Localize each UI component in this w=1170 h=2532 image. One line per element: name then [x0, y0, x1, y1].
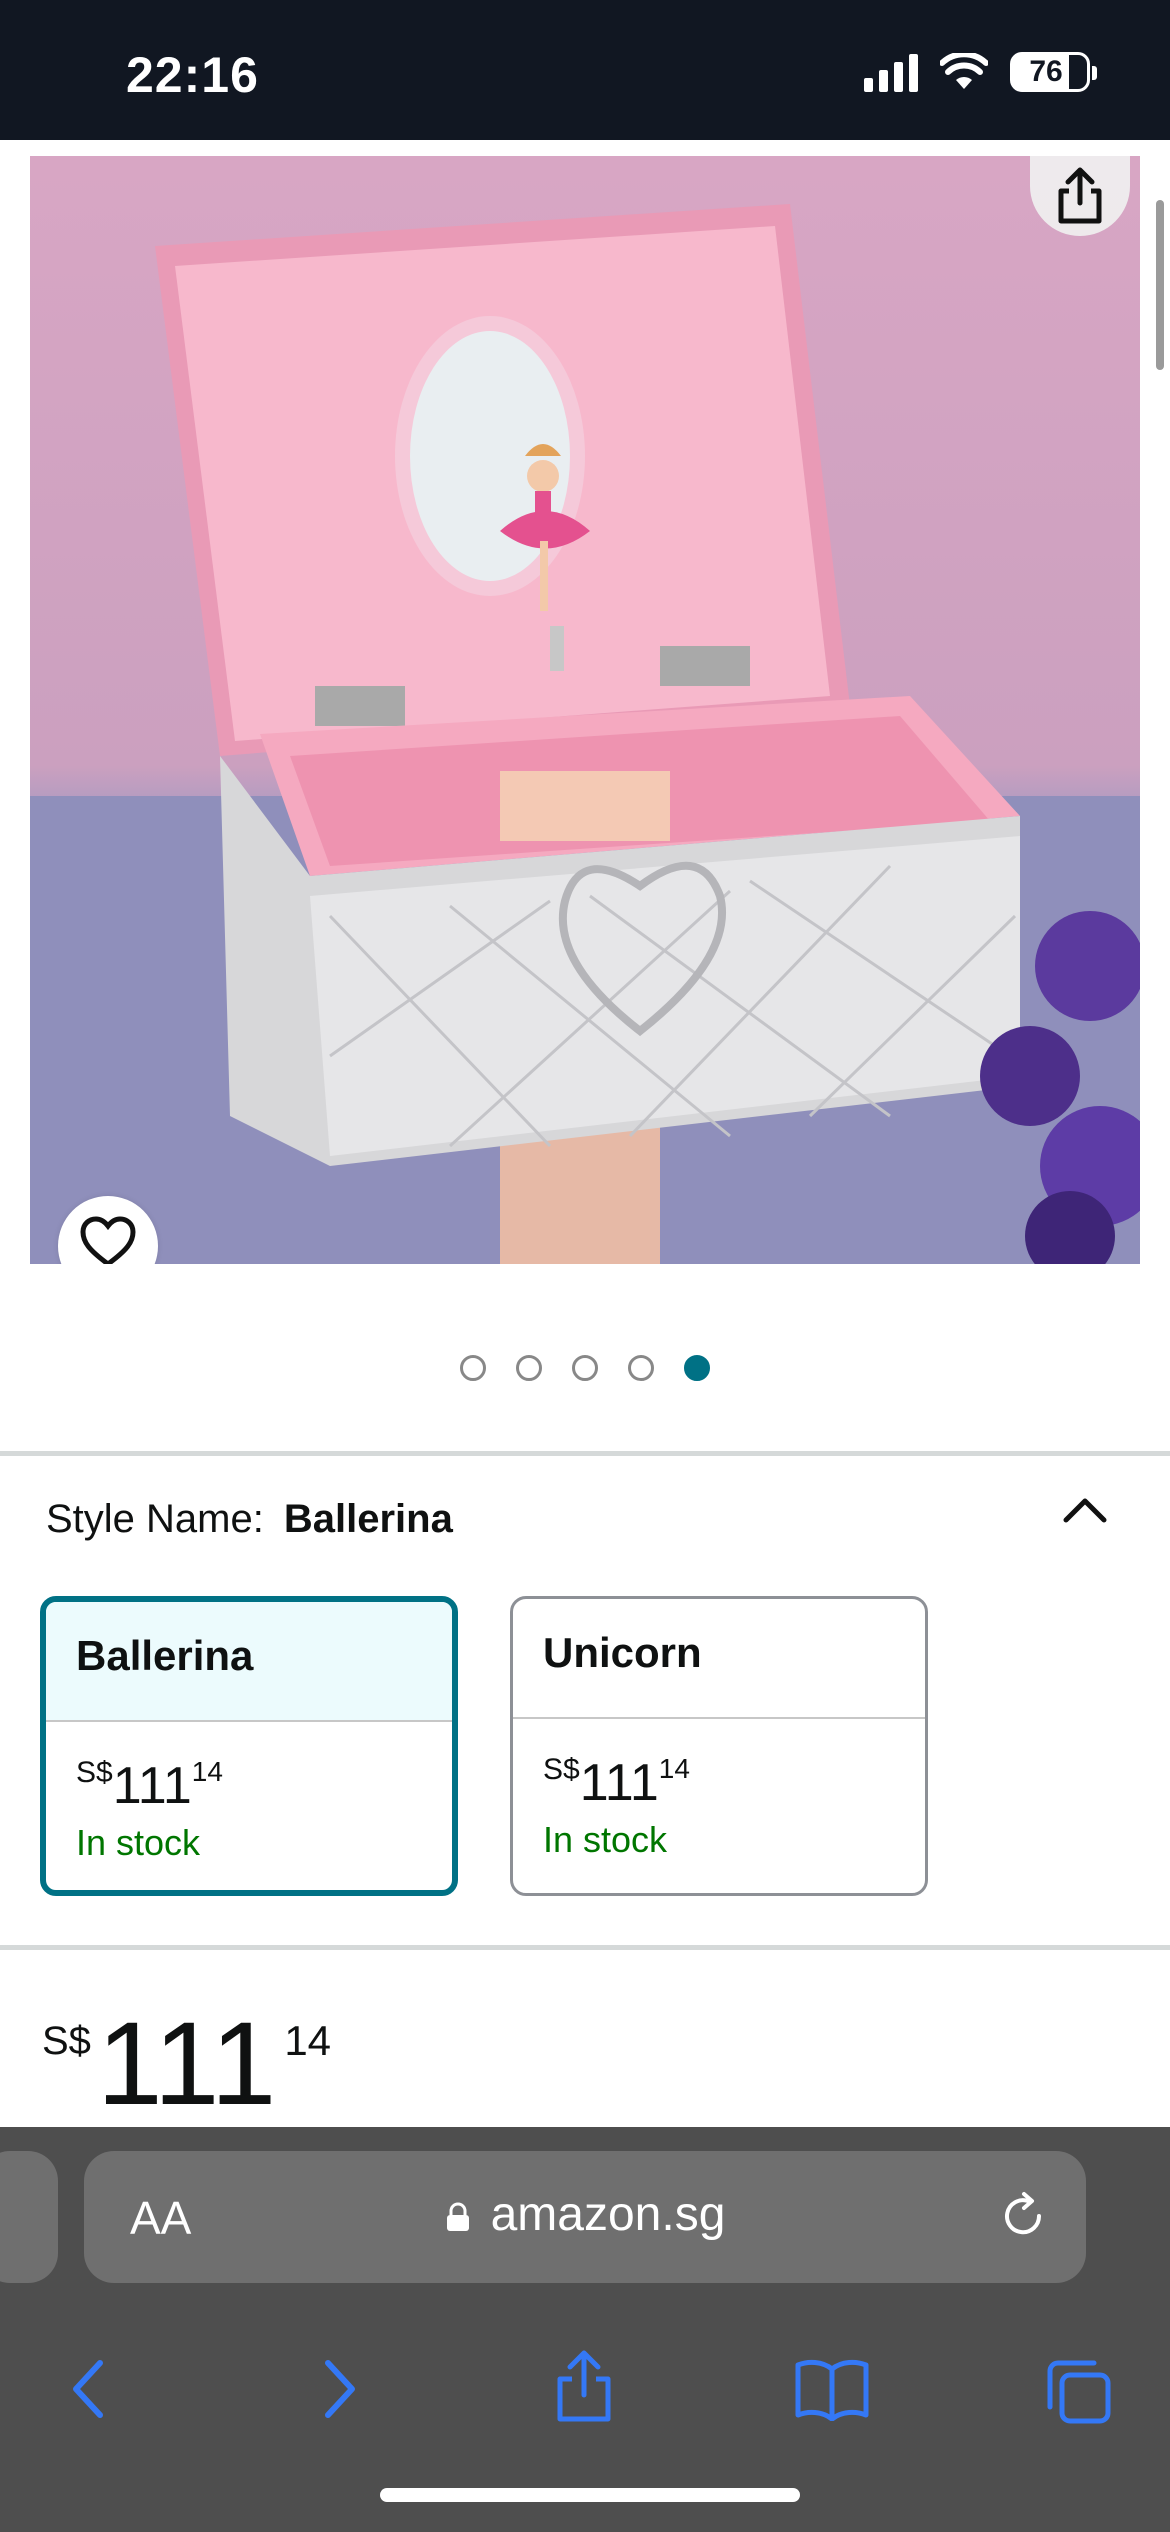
wifi-icon: [940, 53, 988, 89]
style-name-label: Style Name:: [46, 1497, 264, 1541]
price-fraction: 14: [658, 1753, 690, 1784]
price-currency: S$: [42, 2019, 91, 2063]
chevron-up-icon[interactable]: [1060, 1490, 1110, 1530]
battery-icon: 76: [1010, 52, 1097, 92]
price-whole: 111: [579, 1754, 659, 1812]
style-option-ballerina[interactable]: Ballerina S$11114 In stock: [40, 1596, 458, 1896]
jewelry-box-illustration: [30, 204, 1140, 1264]
option-stock: In stock: [76, 1822, 201, 1863]
option-price: S$11114: [46, 1722, 452, 1816]
page-scrollbar[interactable]: [1156, 200, 1164, 370]
option-name: Ballerina: [46, 1602, 452, 1722]
share-icon[interactable]: [552, 2349, 616, 2423]
carousel-dot[interactable]: [460, 1355, 486, 1381]
divider: [0, 1945, 1170, 1950]
option-price: S$11114: [513, 1719, 925, 1813]
back-icon[interactable]: [66, 2357, 110, 2421]
address-bar[interactable]: AA amazon.sg: [84, 2151, 1086, 2283]
status-bar: 22:16 76: [0, 0, 1170, 140]
carousel-dot[interactable]: [572, 1355, 598, 1381]
tabs-icon[interactable]: [1044, 2357, 1114, 2427]
status-time: 22:16: [126, 47, 259, 103]
price-fraction: 14: [191, 1756, 223, 1787]
battery-level: 76: [1029, 55, 1063, 88]
divider: [0, 1451, 1170, 1456]
signal-icon: [864, 52, 918, 92]
carousel-dot[interactable]: [628, 1355, 654, 1381]
style-option-unicorn[interactable]: Unicorn S$11114 In stock: [510, 1596, 928, 1896]
carousel-dots: [0, 1355, 1170, 1381]
price-fraction: 14: [284, 2017, 332, 2064]
style-name-row: Style Name: Ballerina: [46, 1497, 453, 1542]
price-currency: S$: [76, 1756, 113, 1789]
forward-icon[interactable]: [318, 2357, 362, 2421]
browser-toolbar: [0, 2327, 1170, 2447]
option-stock: In stock: [543, 1819, 668, 1860]
carousel-dot[interactable]: [516, 1355, 542, 1381]
option-name: Unicorn: [513, 1599, 925, 1719]
home-indicator[interactable]: [380, 2488, 800, 2502]
style-name-value: Ballerina: [283, 1497, 453, 1541]
lock-icon: [446, 2202, 469, 2232]
heart-icon: [80, 1216, 136, 1264]
url-display[interactable]: amazon.sg: [84, 2187, 1086, 2242]
price-whole: 111: [96, 1998, 277, 2130]
price-currency: S$: [543, 1753, 580, 1786]
previous-tab-peek[interactable]: [0, 2151, 58, 2283]
product-image[interactable]: [30, 156, 1140, 1264]
bookmarks-icon[interactable]: [794, 2357, 870, 2421]
product-price: S$ 111 14: [42, 2005, 331, 2123]
url-text: amazon.sg: [490, 2188, 726, 2241]
reload-icon[interactable]: [998, 2191, 1048, 2241]
screen: 22:16 76 Style Name: Ballerina Ballerina…: [0, 0, 1170, 2532]
price-whole: 111: [112, 1757, 192, 1815]
share-icon: [1058, 167, 1102, 224]
carousel-dot-active[interactable]: [684, 1355, 710, 1381]
browser-bar: AA amazon.sg: [0, 2127, 1170, 2532]
status-icons: 76: [864, 52, 1097, 92]
